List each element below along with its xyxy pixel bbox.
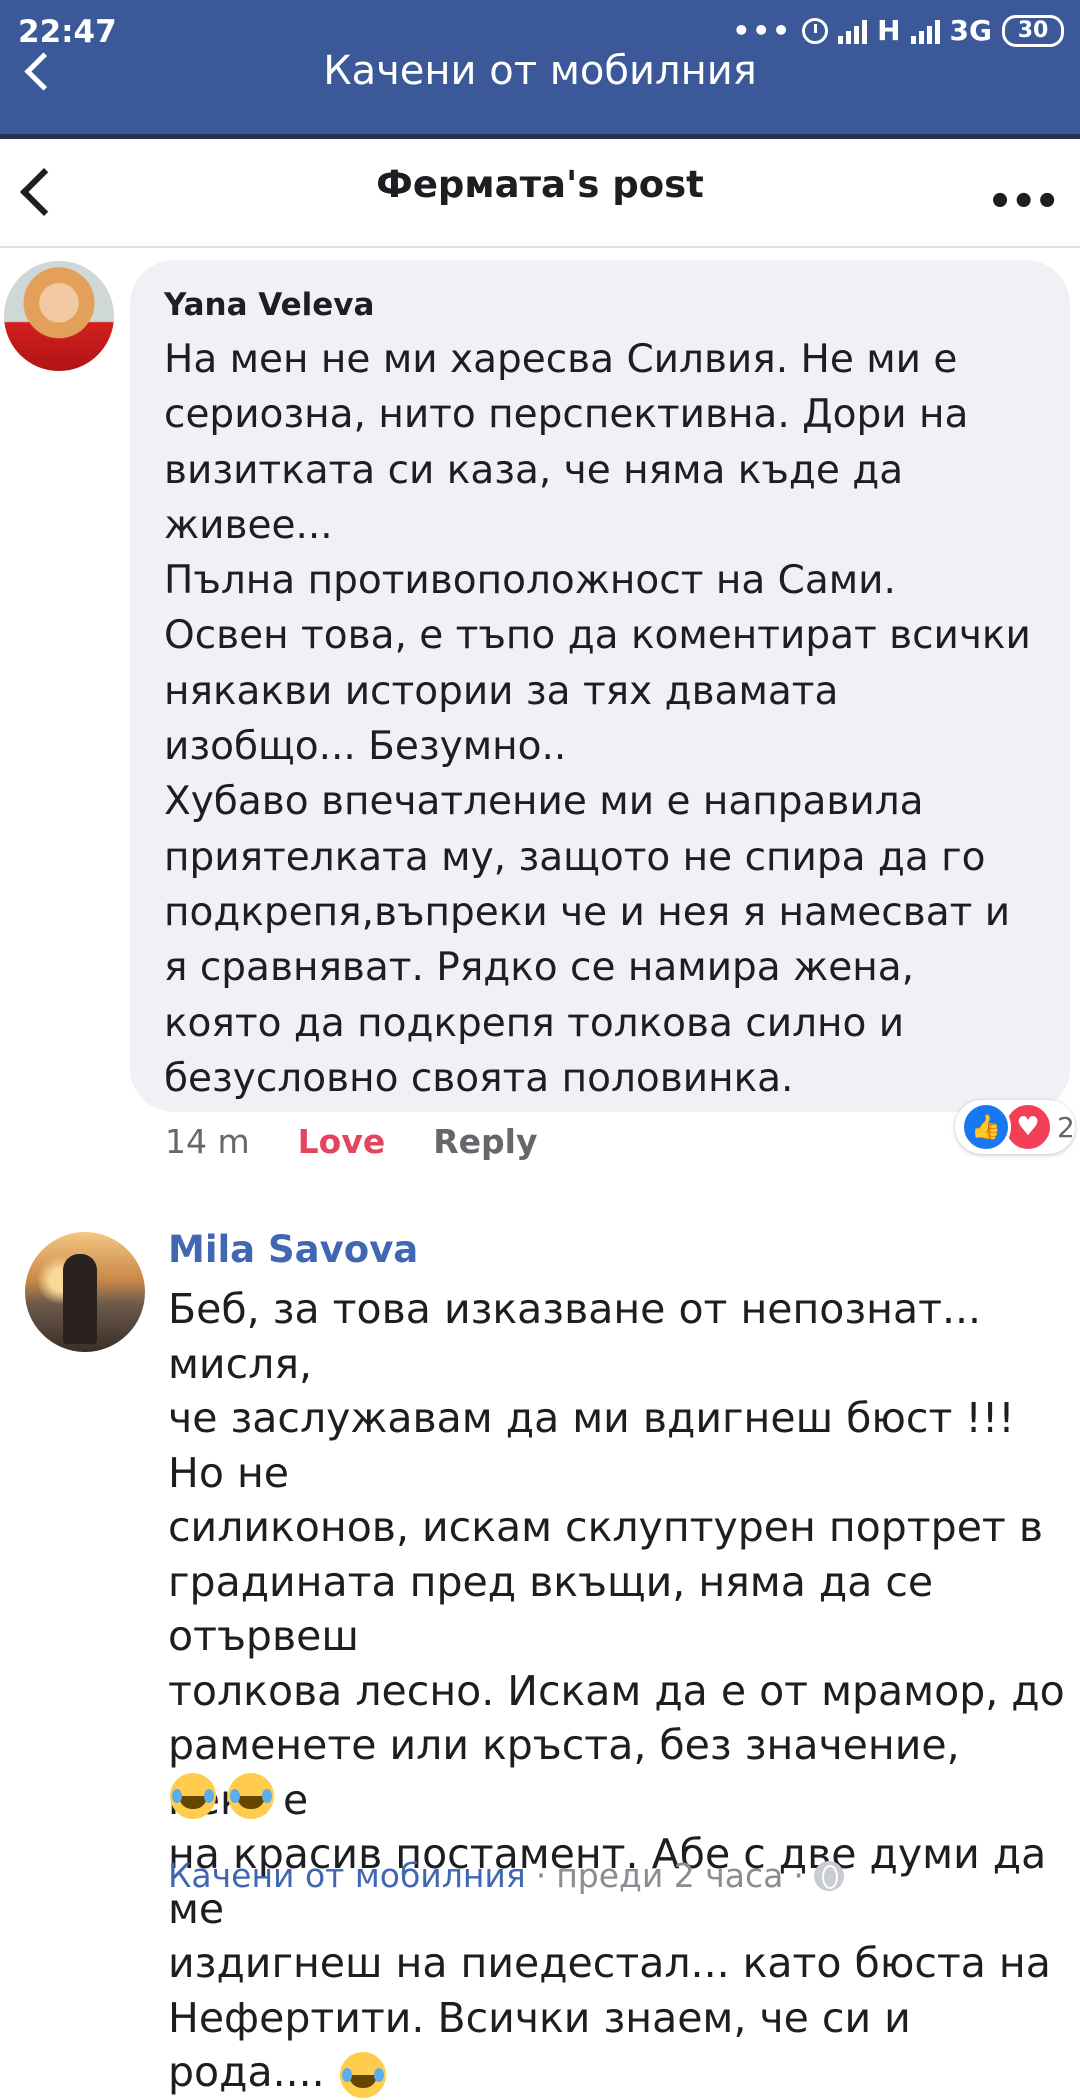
post-title: Фермата's post xyxy=(376,163,704,206)
comment-text: На мен не ми харесва Силвия. Не ми е сер… xyxy=(164,337,1031,1101)
status-icons: ••• H 3G 30 xyxy=(732,14,1064,47)
comment-time: 14 m xyxy=(165,1122,250,1161)
footer-separator: · xyxy=(793,1856,804,1895)
signal-icon xyxy=(910,18,940,44)
avatar-figure xyxy=(63,1254,97,1344)
comment-author[interactable]: Yana Veleva xyxy=(164,284,1040,326)
alarm-icon xyxy=(802,17,829,44)
more-options-icon[interactable]: ••• xyxy=(987,179,1060,225)
app-header-bar: 22:47 ••• H 3G 30 Качени от мобилния xyxy=(0,0,1080,139)
comment-bubble[interactable]: Yana Veleva На мен не ми харесва Силвия.… xyxy=(130,260,1070,1112)
comment-author[interactable]: Mila Savova xyxy=(168,1228,418,1271)
status-time: 22:47 xyxy=(18,14,117,50)
love-button[interactable]: Love xyxy=(298,1122,386,1161)
avatar[interactable] xyxy=(25,1232,145,1352)
signal-icon xyxy=(838,18,868,44)
comment-actions: 14 m Love Reply xyxy=(165,1122,537,1161)
laughing-tears-emoji xyxy=(228,1773,274,1819)
comment-time[interactable]: преди 2 часа xyxy=(556,1856,783,1895)
reaction-count: 2 xyxy=(1057,1110,1075,1144)
reply-button[interactable]: Reply xyxy=(433,1122,537,1161)
post-nav-bar: Фермата's post ••• xyxy=(0,139,1080,248)
network-3g-label: 3G xyxy=(949,14,992,47)
network-h-label: H xyxy=(877,14,901,47)
globe-icon xyxy=(813,1860,844,1891)
source-link[interactable]: Качени от мобилния xyxy=(168,1856,526,1895)
comment-text-body: Беб, за това изказване от непознат... ми… xyxy=(168,1285,1065,2096)
laughing-tears-emoji xyxy=(170,1773,216,1819)
emoji-row xyxy=(168,1773,274,1819)
laughing-tears-emoji xyxy=(339,2052,386,2098)
more-notifications-icon: ••• xyxy=(732,14,793,47)
battery-icon: 30 xyxy=(1002,14,1064,47)
footer-separator: · xyxy=(535,1856,547,1895)
header-title: Качени от мобилния xyxy=(323,48,757,94)
comment-footer: Качени от мобилния · преди 2 часа · xyxy=(168,1856,844,1895)
avatar[interactable] xyxy=(4,261,114,371)
reactions-summary[interactable]: 👍 ♥ 2 xyxy=(955,1100,1075,1154)
like-icon: 👍 xyxy=(961,1102,1011,1152)
comment-text: Беб, за това изказване от непознат... ми… xyxy=(168,1282,1068,2100)
